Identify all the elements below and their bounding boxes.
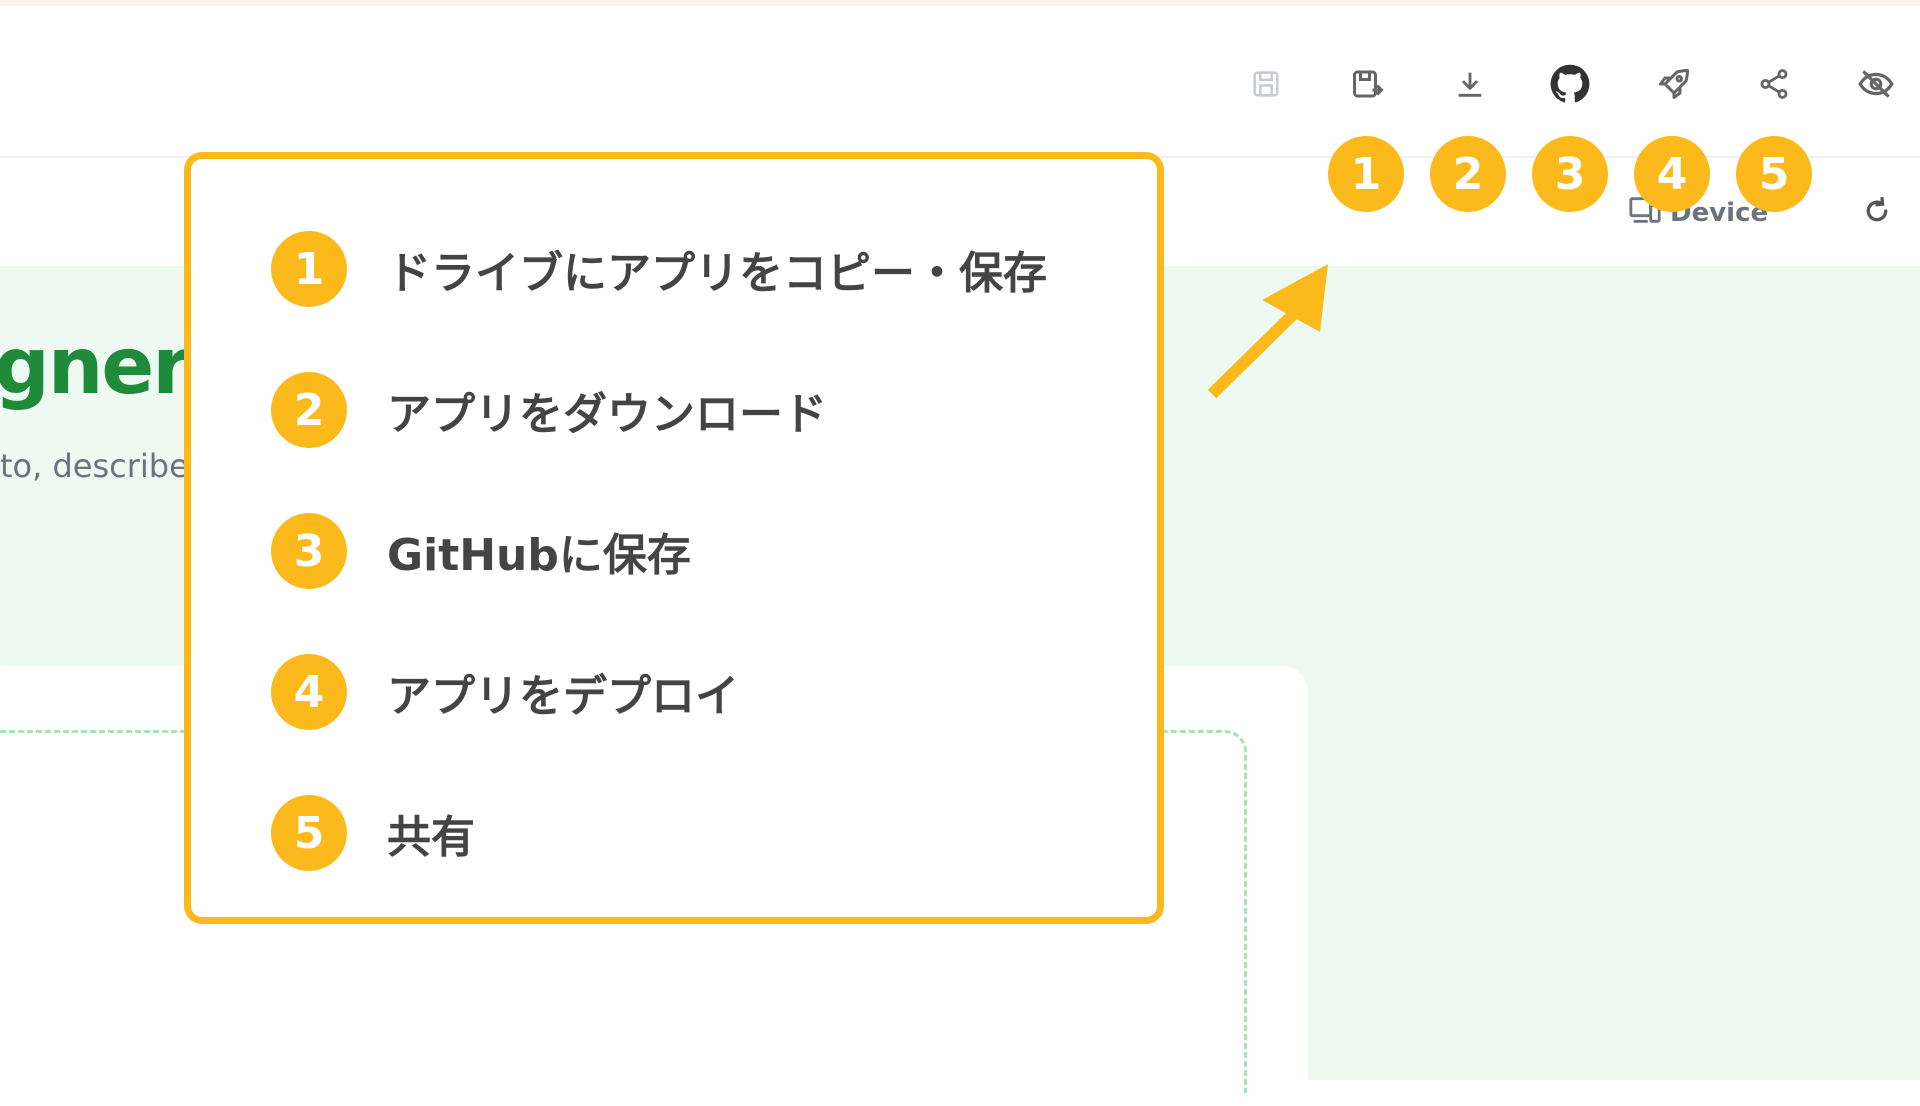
rocket-icon[interactable] [1652, 62, 1696, 106]
save-copy-icon[interactable] [1346, 62, 1390, 106]
badge-3: 3 [1532, 136, 1608, 212]
legend-text: GitHubに保存 [387, 530, 691, 581]
pointer-arrow-icon [1207, 264, 1328, 399]
preview-subtitle: to, describe [0, 447, 189, 485]
legend-text: ドライブにアプリをコピー・保存 [387, 248, 1047, 299]
legend-item-1: 1 ドライブにアプリをコピー・保存 [271, 229, 1047, 309]
preview-title: gner [0, 322, 191, 412]
legend-number: 5 [271, 795, 347, 871]
share-icon[interactable] [1752, 62, 1796, 106]
legend-item-2: 2 アプリをダウンロード [271, 370, 827, 450]
legend-number: 4 [271, 654, 347, 730]
download-icon[interactable] [1448, 62, 1492, 106]
legend-text: アプリをダウンロード [387, 389, 827, 440]
legend-number: 3 [271, 513, 347, 589]
hide-icon[interactable] [1854, 62, 1898, 106]
badge-1: 1 [1328, 136, 1404, 212]
legend-item-4: 4 アプリをデプロイ [271, 652, 739, 732]
legend-text: アプリをデプロイ [387, 671, 739, 722]
refresh-button[interactable] [1858, 194, 1896, 232]
legend-number: 2 [271, 372, 347, 448]
github-icon[interactable] [1548, 62, 1592, 106]
refresh-icon [1862, 196, 1892, 230]
badge-5: 5 [1736, 136, 1812, 212]
legend-item-3: 3 GitHubに保存 [271, 511, 691, 591]
save-icon[interactable] [1244, 62, 1288, 106]
toolbar [0, 6, 1920, 158]
legend-callout: 1 ドライブにアプリをコピー・保存 2 アプリをダウンロード 3 GitHubに… [184, 152, 1164, 924]
legend-number: 1 [271, 231, 347, 307]
badge-4: 4 [1634, 136, 1710, 212]
legend-text: 共有 [387, 812, 475, 863]
badge-2: 2 [1430, 136, 1506, 212]
legend-item-5: 5 共有 [271, 793, 475, 873]
